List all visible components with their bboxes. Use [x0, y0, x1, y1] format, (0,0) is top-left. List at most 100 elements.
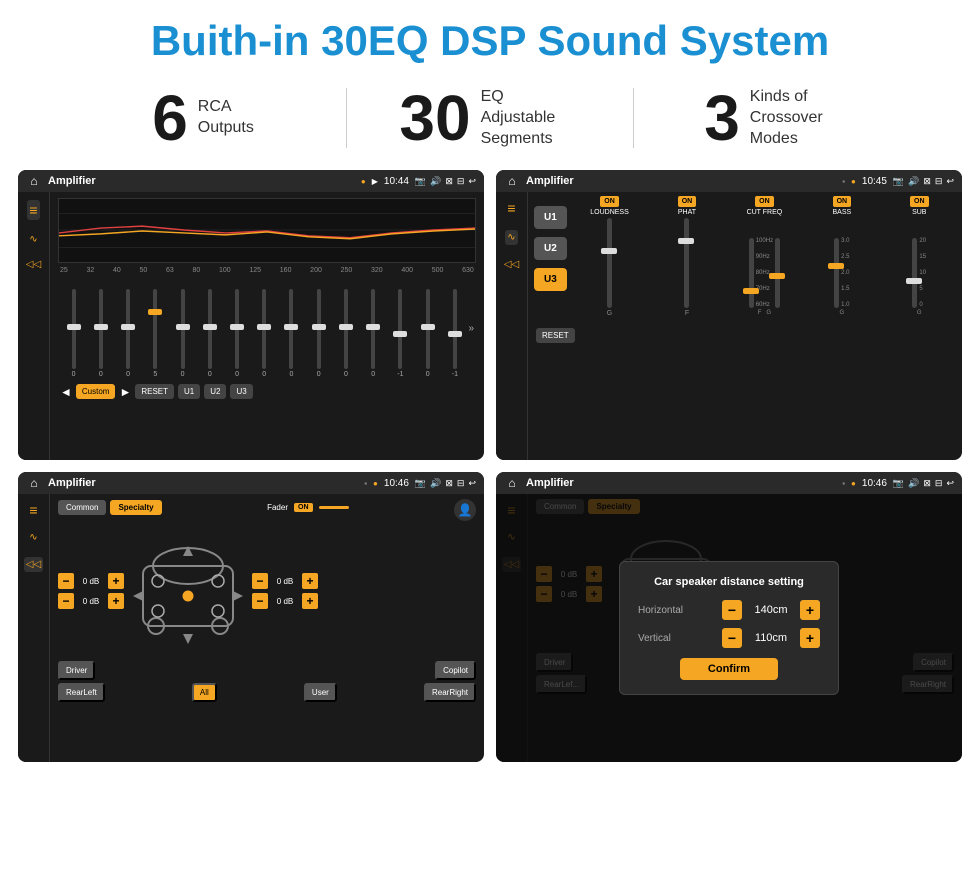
stat-eq-number: 30 [399, 86, 470, 150]
eq-slider-7[interactable]: 0 [223, 289, 250, 378]
fader-slider[interactable] [319, 506, 349, 509]
phat-slider[interactable] [684, 218, 689, 308]
eq-icon[interactable]: ≡ [27, 200, 39, 220]
eq-slider-11[interactable]: 0 [332, 289, 359, 378]
dist-close-icon: ⊠ [923, 478, 931, 489]
eq-status-bar: ⌂ Amplifier ● ▶ 10:44 📷 🔊 ⊠ ⊟ ↩ [18, 170, 484, 192]
vertical-value: 110cm [746, 632, 796, 644]
eq-prev-arrow[interactable]: ◄ [60, 385, 72, 399]
spk-status-time: 10:46 [384, 478, 409, 489]
u2-button[interactable]: U2 [534, 237, 567, 260]
home-icon[interactable]: ⌂ [26, 173, 42, 189]
eq-slider-15[interactable]: -1 [441, 289, 468, 378]
db-plus-2[interactable]: + [108, 593, 124, 609]
loudness-on-btn[interactable]: ON [600, 196, 619, 207]
eq-slider-4[interactable]: 5 [142, 289, 169, 378]
vertical-label: Vertical [638, 633, 698, 644]
eq-reset-btn[interactable]: RESET [135, 384, 174, 399]
crossover-sliders: ON LOUDNESS G ON PHAT [573, 196, 956, 317]
spk-home-icon[interactable]: ⌂ [26, 475, 42, 491]
eq-slider-3[interactable]: 0 [114, 289, 141, 378]
sub-on-btn[interactable]: ON [910, 196, 929, 207]
eq-slider-10[interactable]: 0 [305, 289, 332, 378]
cutfreq-section: ON CUT FREQ 100Hz 90Hz 80Hz 70Hz 60Hz [728, 196, 801, 317]
db-minus-3[interactable]: − [252, 573, 268, 589]
cr-eq-icon[interactable]: ≡ [507, 200, 515, 216]
eq-slider-1[interactable]: 0 [60, 289, 87, 378]
horizontal-minus-btn[interactable]: − [722, 600, 742, 620]
vertical-plus-btn[interactable]: + [800, 628, 820, 648]
speaker-icon[interactable]: ◁◁ [26, 259, 41, 270]
cr-home-icon[interactable]: ⌂ [504, 173, 520, 189]
eq-label-80: 80 [193, 267, 201, 274]
loudness-slider[interactable] [607, 218, 612, 308]
spk-back-icon[interactable]: ↩ [468, 478, 476, 489]
db-minus-2[interactable]: − [58, 593, 74, 609]
copilot-btn[interactable]: Copilot [435, 661, 476, 680]
vertical-minus-btn[interactable]: − [722, 628, 742, 648]
car-diagram [128, 526, 248, 656]
eq-slider-12[interactable]: 0 [360, 289, 387, 378]
specialty-tab[interactable]: Specialty [110, 500, 161, 515]
dist-volume-icon: 🔊 [908, 478, 919, 489]
bass-20: 2.0 [841, 270, 849, 276]
dist-home-icon[interactable]: ⌂ [504, 475, 520, 491]
wave-icon[interactable]: ∿ [29, 234, 37, 245]
cr-inner: U1 U2 U3 ON LOUDNESS G [528, 192, 962, 321]
freq-90hz: 90Hz [756, 254, 773, 260]
cr-reset-btn[interactable]: RESET [536, 328, 575, 343]
spk-eq-icon[interactable]: ≡ [29, 502, 37, 518]
bass-on-btn[interactable]: ON [833, 196, 852, 207]
cr-back-icon[interactable]: ↩ [946, 176, 954, 187]
eq-slider-8[interactable]: 0 [251, 289, 278, 378]
confirm-button[interactable]: Confirm [680, 658, 778, 680]
db-plus-3[interactable]: + [302, 573, 318, 589]
phat-on-btn[interactable]: ON [678, 196, 697, 207]
horizontal-plus-btn[interactable]: + [800, 600, 820, 620]
eq-slider-9[interactable]: 0 [278, 289, 305, 378]
db-plus-4[interactable]: + [302, 593, 318, 609]
eq-next-arrow[interactable]: ► [119, 385, 131, 399]
eq-slider-5[interactable]: 0 [169, 289, 196, 378]
cr-volume-icon: 🔊 [908, 176, 919, 187]
driver-btn[interactable]: Driver [58, 661, 95, 680]
dist-back-icon[interactable]: ↩ [946, 478, 954, 489]
spk-status-bar: ⌂ Amplifier ▪ ● 10:46 📷 🔊 ⊠ ⊟ ↩ [18, 472, 484, 494]
vertical-control: − 110cm + [722, 628, 820, 648]
user-btn[interactable]: User [304, 683, 337, 702]
rearleft-btn[interactable]: RearLeft [58, 683, 105, 702]
fader-row: Fader ON [267, 503, 348, 512]
u1-button[interactable]: U1 [534, 206, 567, 229]
eq-u1-btn[interactable]: U1 [178, 384, 200, 399]
eq-u2-btn[interactable]: U2 [204, 384, 226, 399]
eq-label-25: 25 [60, 267, 68, 274]
more-sliders-icon[interactable]: » [469, 323, 475, 334]
stat-crossover: 3 Kinds ofCrossover Modes [634, 86, 920, 150]
db-plus-1[interactable]: + [108, 573, 124, 589]
eq-slider-6[interactable]: 0 [196, 289, 223, 378]
u3-button[interactable]: U3 [534, 268, 567, 291]
eq-slider-14[interactable]: 0 [414, 289, 441, 378]
common-tab[interactable]: Common [58, 500, 106, 515]
spk-wave-icon[interactable]: ∿ [29, 532, 37, 543]
cr-speaker-icon[interactable]: ◁◁ [504, 259, 519, 270]
eq-slider-2[interactable]: 0 [87, 289, 114, 378]
rearright-btn[interactable]: RearRight [424, 683, 476, 702]
u-buttons-col: U1 U2 U3 [534, 196, 567, 317]
settings-icon[interactable]: 👤 [454, 499, 476, 521]
eq-custom-btn[interactable]: Custom [76, 384, 116, 399]
cr-wave-icon[interactable]: ∿ [505, 230, 517, 245]
db-minus-1[interactable]: − [58, 573, 74, 589]
sub-20: 20 [919, 238, 926, 244]
cutfreq-on-btn[interactable]: ON [755, 196, 774, 207]
stat-crossover-number: 3 [704, 86, 740, 150]
eq-u3-btn[interactable]: U3 [230, 384, 252, 399]
dist-screen-title: Amplifier [526, 477, 836, 489]
db-minus-4[interactable]: − [252, 593, 268, 609]
spk-speaker-icon[interactable]: ◁◁ [24, 557, 43, 572]
back-icon[interactable]: ↩ [468, 176, 476, 187]
eq-left-sidebar: ≡ ∿ ◁◁ [18, 192, 50, 460]
eq-slider-13[interactable]: -1 [387, 289, 414, 378]
all-btn[interactable]: All [192, 683, 217, 702]
fader-on-btn[interactable]: ON [294, 503, 313, 512]
